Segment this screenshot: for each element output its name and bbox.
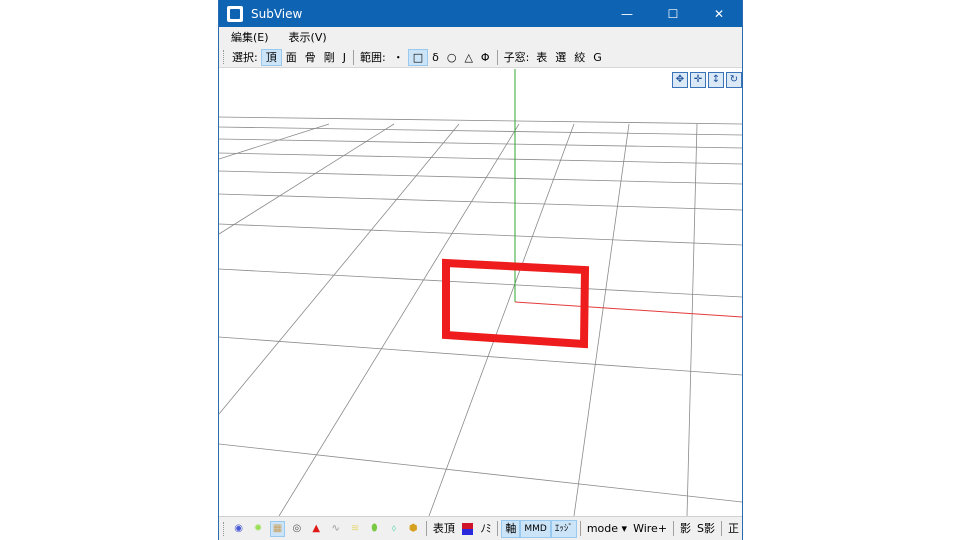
subview-window: SubView — ☐ ✕ 編集(E) 表示(V) 選択: 頂 面 骨 剛 J …: [218, 0, 743, 540]
grid-line: [219, 152, 742, 165]
ground-grid: [219, 116, 742, 516]
select-face-button[interactable]: 面: [282, 49, 301, 66]
vertex-dot-icon[interactable]: ◉: [231, 521, 246, 537]
capsule-icon[interactable]: ⬮: [367, 521, 382, 537]
maximize-icon: ☐: [667, 6, 679, 21]
app-icon: [227, 5, 243, 22]
chevron-down-icon: ▾: [621, 521, 628, 535]
select-rigid-button[interactable]: 剛: [320, 49, 339, 66]
statusbar-separator: [425, 521, 427, 536]
grid-line: [219, 268, 742, 298]
color-swatch[interactable]: [461, 522, 474, 535]
triangle-icon[interactable]: ▲: [309, 521, 324, 537]
wire-plus-button[interactable]: Wire+: [630, 520, 670, 538]
shadow-button[interactable]: 影: [677, 520, 694, 538]
sparkle-icon[interactable]: ✹: [250, 521, 265, 537]
mi-button[interactable]: ﾉﾐ: [477, 520, 494, 538]
grid-line: [219, 123, 460, 415]
mode-label: mode: [586, 521, 619, 535]
zigzag-icon[interactable]: ≋: [347, 521, 362, 537]
window-title: SubView: [251, 6, 303, 21]
range-circle-button[interactable]: ○: [443, 49, 461, 66]
menu-view[interactable]: 表示(V): [281, 29, 335, 45]
front-view-button[interactable]: 正: [725, 520, 742, 538]
grid-line: [278, 123, 520, 516]
select-vertex-button[interactable]: 頂: [260, 48, 282, 66]
minimize-button[interactable]: —: [604, 0, 650, 27]
child-window-label: 子窓:: [503, 51, 530, 64]
vertex-display-button[interactable]: 表頂: [430, 520, 458, 538]
grid-line: [219, 443, 742, 503]
minimize-icon: —: [621, 6, 633, 21]
child-filter-button[interactable]: 絞: [570, 49, 589, 66]
select-joint-button[interactable]: J: [339, 49, 350, 66]
grid-line: [219, 116, 742, 125]
close-button[interactable]: ✕: [696, 0, 742, 27]
menu-bar: 編集(E) 表示(V): [219, 27, 742, 47]
3d-viewport[interactable]: ✥ ✛ ↕ ↻: [219, 69, 742, 516]
child-select-button[interactable]: 選: [551, 49, 570, 66]
viewport-scene: [219, 69, 742, 516]
grid-line: [219, 223, 742, 246]
mode-dropdown[interactable]: mode ▾: [584, 520, 630, 538]
window-controls: — ☐ ✕: [604, 0, 742, 27]
toolbar: 選択: 頂 面 骨 剛 J 範囲: ・ □ δ ○ △ Φ 子窓: 表 選 絞 …: [219, 47, 742, 68]
range-delta-button[interactable]: δ: [428, 49, 443, 66]
child-group-button[interactable]: G: [589, 49, 606, 66]
toolbar-separator: [496, 49, 498, 65]
target-icon[interactable]: ◎: [289, 521, 304, 537]
rotate-icon[interactable]: ↻: [726, 72, 742, 88]
mmd-button[interactable]: MMD: [520, 519, 551, 538]
pan-icon[interactable]: ✛: [690, 72, 706, 88]
maximize-button[interactable]: ☐: [650, 0, 696, 27]
statusbar-separator: [579, 521, 581, 536]
move-icon[interactable]: ✥: [672, 72, 688, 88]
range-rect-button[interactable]: □: [407, 48, 429, 66]
toolbar-separator: [352, 49, 354, 65]
statusbar-separator: [721, 521, 722, 536]
cube-icon[interactable]: ⬢: [406, 521, 421, 537]
range-triangle-button[interactable]: △: [460, 49, 476, 66]
select-bone-button[interactable]: 骨: [301, 49, 320, 66]
grid-line: [428, 123, 575, 516]
close-icon: ✕: [713, 6, 725, 21]
title-bar[interactable]: SubView — ☐ ✕: [219, 0, 742, 27]
range-label: 範囲:: [359, 51, 386, 64]
axis-button[interactable]: 軸: [501, 519, 521, 538]
drop-icon[interactable]: ⬨: [386, 521, 401, 537]
material-grid-icon[interactable]: ▦: [269, 520, 286, 537]
select-label: 選択:: [232, 51, 258, 64]
status-toolbar: ◉ ✹ ▦ ◎ ▲ ∿ ≋ ⬮ ⬨ ⬢ 表頂 ﾉﾐ 軸 MMD ｴｯｼﾞ mod…: [219, 516, 742, 540]
grid-line: [219, 336, 742, 376]
navigation-controls: ✥ ✛ ↕ ↻: [670, 72, 742, 88]
zoom-icon[interactable]: ↕: [708, 72, 724, 88]
statusbar-grip[interactable]: [223, 521, 226, 536]
wave-icon[interactable]: ∿: [328, 521, 343, 537]
grid-line: [219, 123, 330, 160]
statusbar-separator: [497, 521, 499, 536]
child-table-button[interactable]: 表: [532, 49, 551, 66]
x-axis-line: [514, 301, 742, 318]
grid-line: [219, 170, 742, 185]
range-point-button[interactable]: ・: [389, 49, 408, 66]
range-phi-button[interactable]: Φ: [477, 49, 494, 66]
menu-edit[interactable]: 編集(E): [223, 29, 277, 45]
toolbar-grip[interactable]: [223, 50, 226, 64]
s-shadow-button[interactable]: S影: [694, 520, 718, 538]
statusbar-separator: [673, 521, 675, 536]
grid-line: [219, 193, 742, 211]
edge-button[interactable]: ｴｯｼﾞ: [550, 519, 577, 538]
grid-line: [219, 138, 742, 149]
